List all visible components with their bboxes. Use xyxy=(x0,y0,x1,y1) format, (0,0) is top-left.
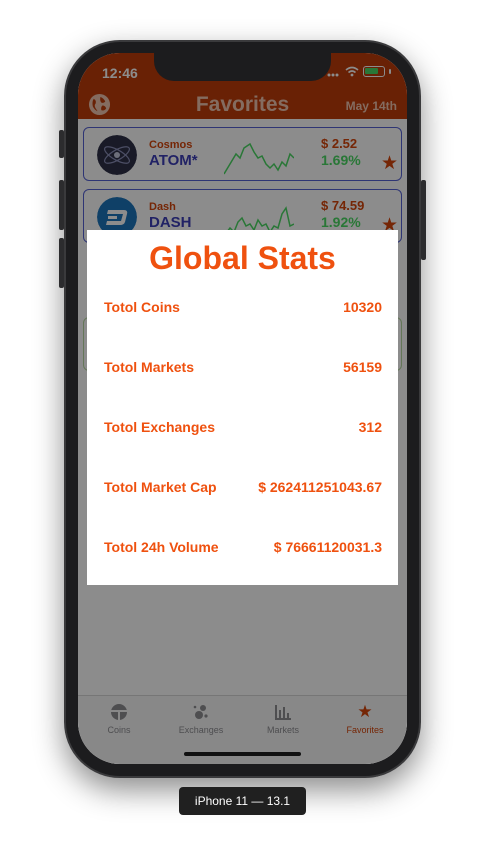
stat-value: 312 xyxy=(358,419,382,435)
notch xyxy=(154,53,331,81)
volume-up-button xyxy=(59,180,64,230)
phone-screen: 12:46 Favorites May 14th Cosmos ATOM* $ … xyxy=(78,53,407,764)
stat-value: 56159 xyxy=(343,359,382,375)
stat-value: $ 262411251043.67 xyxy=(258,479,382,495)
stat-row-volume: Totol 24h Volume $ 76661120031.3 xyxy=(104,537,382,557)
stat-row-coins: Totol Coins 10320 xyxy=(104,297,382,317)
stat-row-markets: Totol Markets 56159 xyxy=(104,357,382,377)
stat-label: Totol Coins xyxy=(104,299,180,315)
simulator-stage: 12:46 Favorites May 14th Cosmos ATOM* $ … xyxy=(0,0,485,851)
stat-label: Totol Market Cap xyxy=(104,479,217,495)
stat-value: $ 76661120031.3 xyxy=(273,539,382,555)
stat-value: 10320 xyxy=(343,299,382,315)
mute-switch xyxy=(59,130,64,158)
home-indicator[interactable] xyxy=(184,752,301,756)
volume-down-button xyxy=(59,238,64,288)
global-stats-modal: Global Stats Totol Coins 10320 Totol Mar… xyxy=(87,230,398,585)
stat-label: Totol Exchanges xyxy=(104,419,215,435)
stat-label: Totol 24h Volume xyxy=(104,539,219,555)
modal-title: Global Stats xyxy=(149,240,336,276)
power-button xyxy=(421,180,426,260)
stat-row-exchanges: Totol Exchanges 312 xyxy=(104,417,382,437)
device-caption: iPhone 11 — 13.1 xyxy=(179,787,306,815)
stat-label: Totol Markets xyxy=(104,359,194,375)
stat-row-market-cap: Totol Market Cap $ 262411251043.67 xyxy=(104,477,382,497)
